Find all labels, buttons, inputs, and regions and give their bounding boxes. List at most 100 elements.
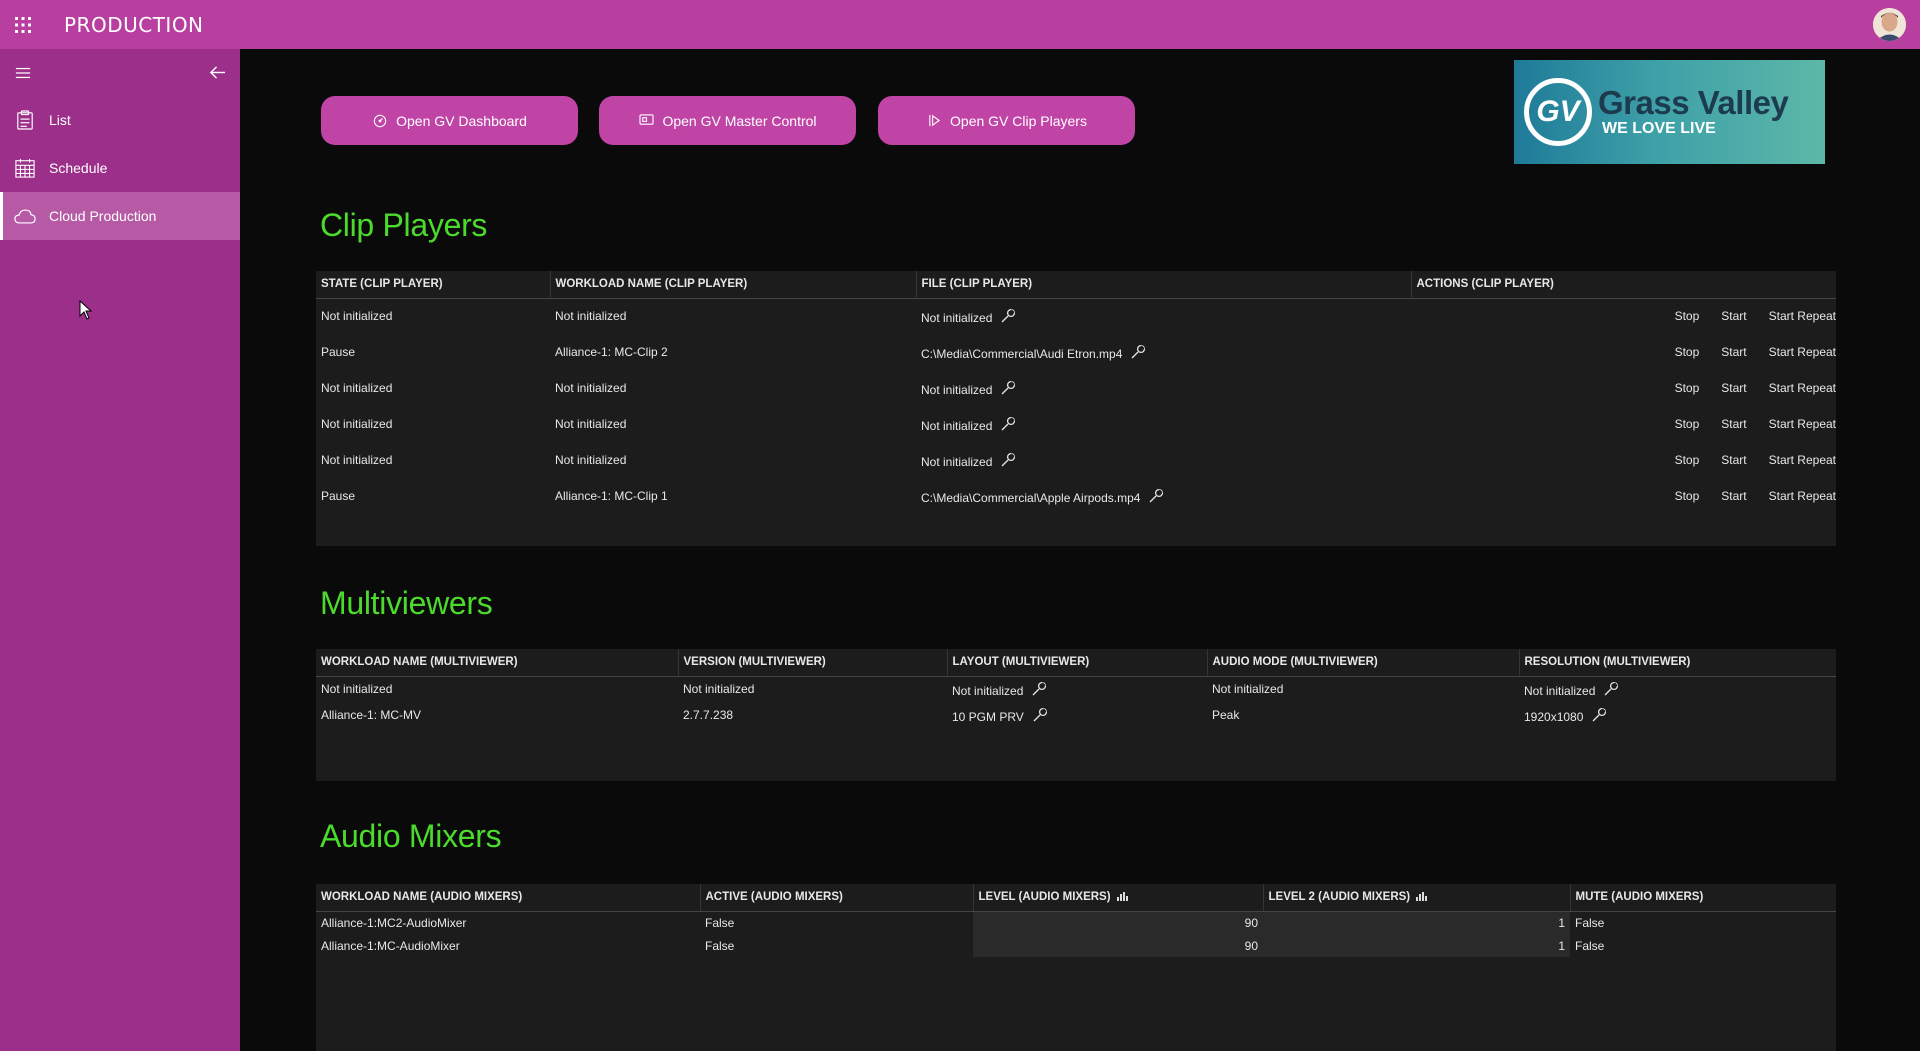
wrench-edit-icon[interactable] — [1000, 308, 1016, 324]
level2-cell[interactable]: 1 — [1263, 911, 1570, 934]
grass-valley-logo: GV Grass Valley WE LOVE LIVE — [1514, 60, 1825, 164]
bar-chart-icon[interactable] — [1416, 891, 1428, 902]
column-header-label: LEVEL (AUDIO MIXERS) — [978, 891, 1111, 904]
collapse-back-arrow-icon[interactable] — [208, 64, 226, 82]
column-header[interactable]: LEVEL 2 (AUDIO MIXERS) — [1262, 884, 1570, 912]
start-button[interactable]: Start — [1721, 453, 1746, 467]
workload-cell: Not initialized — [555, 381, 627, 395]
column-header[interactable]: LAYOUT (MULTIVIEWER) — [946, 649, 1207, 677]
main-content: Open GV Dashboard Open GV Master Control… — [240, 49, 1920, 1051]
sidebar: List Schedule Cloud Production — [0, 49, 240, 1051]
resolution-cell: Not initialized — [1519, 676, 1836, 702]
clipboard-icon — [14, 109, 36, 131]
column-header[interactable]: ACTIONS (CLIP PLAYER) — [1410, 271, 1836, 299]
sidebar-item-cloud-production[interactable]: Cloud Production — [0, 192, 240, 240]
workload-cell: Not initialized — [555, 417, 627, 431]
active-cell: False — [705, 938, 735, 953]
top-bar: PRODUCTION — [0, 0, 1920, 49]
column-header[interactable]: LEVEL (AUDIO MIXERS) — [972, 884, 1263, 912]
mute-cell: False — [1575, 938, 1605, 953]
level2-cell[interactable]: 1 — [1263, 934, 1570, 957]
table-row: Alliance-1: MC-MV 2.7.7.238 10 PGM PRV Peak… — [316, 702, 1836, 728]
wrench-edit-icon[interactable] — [1148, 488, 1164, 504]
audio-mode-cell: Not initialized — [1212, 682, 1284, 697]
state-cell: Pause — [321, 345, 356, 359]
start-button[interactable]: Start — [1721, 381, 1746, 395]
table-row: Pause Alliance-1: MC-Clip 2 C:\Media\Comme… — [316, 334, 1836, 370]
start-repeat-button[interactable]: Start Repeat — [1769, 417, 1836, 431]
file-value: Not initialized — [921, 382, 993, 397]
stop-button[interactable]: Stop — [1675, 453, 1700, 467]
column-header[interactable]: WORKLOAD NAME (AUDIO MIXERS) — [316, 884, 700, 912]
resolution-value: Not initialized — [1524, 683, 1596, 698]
actions-cell: Stop Start Start Repeat — [1411, 406, 1836, 442]
stop-button[interactable]: Stop — [1675, 345, 1700, 359]
open-gv-dashboard-button[interactable]: Open GV Dashboard — [321, 96, 578, 145]
column-header[interactable]: VERSION (MULTIVIEWER) — [677, 649, 947, 677]
start-button[interactable]: Start — [1721, 489, 1746, 503]
table-row: Not initialized Not initialized Not initia… — [316, 406, 1836, 442]
start-repeat-button[interactable]: Start Repeat — [1769, 489, 1836, 503]
wrench-edit-icon[interactable] — [1000, 416, 1016, 432]
wrench-edit-icon[interactable] — [1591, 707, 1607, 723]
bar-chart-icon[interactable] — [1116, 891, 1128, 902]
column-header[interactable]: ACTIVE (AUDIO MIXERS) — [699, 884, 973, 912]
stop-button[interactable]: Stop — [1675, 381, 1700, 395]
audio-mixers-table: WORKLOAD NAME (AUDIO MIXERS) ACTIVE (AUD… — [316, 884, 1836, 957]
actions-cell: Stop Start Start Repeat — [1411, 298, 1836, 334]
clip-players-table: STATE (CLIP PLAYER) WORKLOAD NAME (CLIP … — [316, 271, 1836, 514]
version-cell: Not initialized — [683, 682, 755, 697]
start-repeat-button[interactable]: Start Repeat — [1769, 309, 1836, 323]
avatar[interactable] — [1873, 8, 1906, 41]
column-header[interactable]: MUTE (AUDIO MIXERS) — [1569, 884, 1836, 912]
resolution-value: 1920x1080 — [1524, 709, 1584, 724]
start-button[interactable]: Start — [1721, 417, 1746, 431]
actions-cell: Stop Start Start Repeat — [1411, 442, 1836, 478]
table-header-row: WORKLOAD NAME (AUDIO MIXERS) ACTIVE (AUD… — [316, 884, 1836, 912]
column-header[interactable]: WORKLOAD NAME (CLIP PLAYER) — [549, 271, 916, 299]
column-header[interactable]: RESOLUTION (MULTIVIEWER) — [1518, 649, 1836, 677]
level-cell[interactable]: 90 — [973, 911, 1263, 934]
wrench-edit-icon[interactable] — [1031, 681, 1047, 697]
wrench-edit-icon[interactable] — [1130, 344, 1146, 360]
gv-logo-mark: GV — [1524, 78, 1592, 146]
sidebar-item-schedule[interactable]: Schedule — [0, 144, 240, 192]
open-gv-master-control-button[interactable]: Open GV Master Control — [599, 96, 856, 145]
column-header[interactable]: AUDIO MODE (MULTIVIEWER) — [1206, 649, 1519, 677]
column-header[interactable]: WORKLOAD NAME (MULTIVIEWER) — [316, 649, 678, 677]
wrench-edit-icon[interactable] — [1000, 452, 1016, 468]
layout-value: Not initialized — [952, 683, 1024, 698]
multiviewers-table: WORKLOAD NAME (MULTIVIEWER) VERSION (MUL… — [316, 649, 1836, 728]
audio-mixers-panel: WORKLOAD NAME (AUDIO MIXERS) ACTIVE (AUD… — [316, 884, 1836, 1051]
column-header[interactable]: STATE (CLIP PLAYER) — [316, 271, 550, 299]
logo-tagline: WE LOVE LIVE — [1602, 120, 1716, 137]
table-header-row: WORKLOAD NAME (MULTIVIEWER) VERSION (MUL… — [316, 649, 1836, 677]
start-button[interactable]: Start — [1721, 309, 1746, 323]
version-cell: 2.7.7.238 — [683, 708, 734, 722]
stop-button[interactable]: Stop — [1675, 309, 1700, 323]
sidebar-item-list[interactable]: List — [0, 96, 240, 144]
calendar-icon — [14, 157, 36, 179]
file-cell: C:\Media\Commercial\Audi Etron.mp4 — [916, 334, 1411, 370]
wrench-edit-icon[interactable] — [1000, 380, 1016, 396]
app-launcher-icon[interactable] — [0, 0, 46, 49]
file-value: Not initialized — [921, 418, 993, 433]
wrench-edit-icon[interactable] — [1032, 707, 1048, 723]
sidebar-item-label: Cloud Production — [49, 208, 157, 224]
start-button[interactable]: Start — [1721, 345, 1746, 359]
hamburger-menu-icon[interactable] — [14, 64, 32, 82]
level-cell[interactable]: 90 — [973, 934, 1263, 957]
column-header[interactable]: FILE (CLIP PLAYER) — [915, 271, 1411, 299]
file-value: C:\Media\Commercial\Apple Airpods.mp4 — [921, 490, 1141, 505]
stop-button[interactable]: Stop — [1675, 417, 1700, 431]
start-repeat-button[interactable]: Start Repeat — [1769, 345, 1836, 359]
state-cell: Not initialized — [321, 381, 393, 395]
start-repeat-button[interactable]: Start Repeat — [1769, 453, 1836, 467]
start-repeat-button[interactable]: Start Repeat — [1769, 381, 1836, 395]
wrench-edit-icon[interactable] — [1603, 681, 1619, 697]
workload-cell: Not initialized — [321, 682, 393, 697]
table-header-row: STATE (CLIP PLAYER) WORKLOAD NAME (CLIP … — [316, 271, 1836, 299]
stop-button[interactable]: Stop — [1675, 489, 1700, 503]
file-value: C:\Media\Commercial\Audi Etron.mp4 — [921, 346, 1123, 361]
open-gv-clip-players-button[interactable]: Open GV Clip Players — [878, 96, 1135, 145]
